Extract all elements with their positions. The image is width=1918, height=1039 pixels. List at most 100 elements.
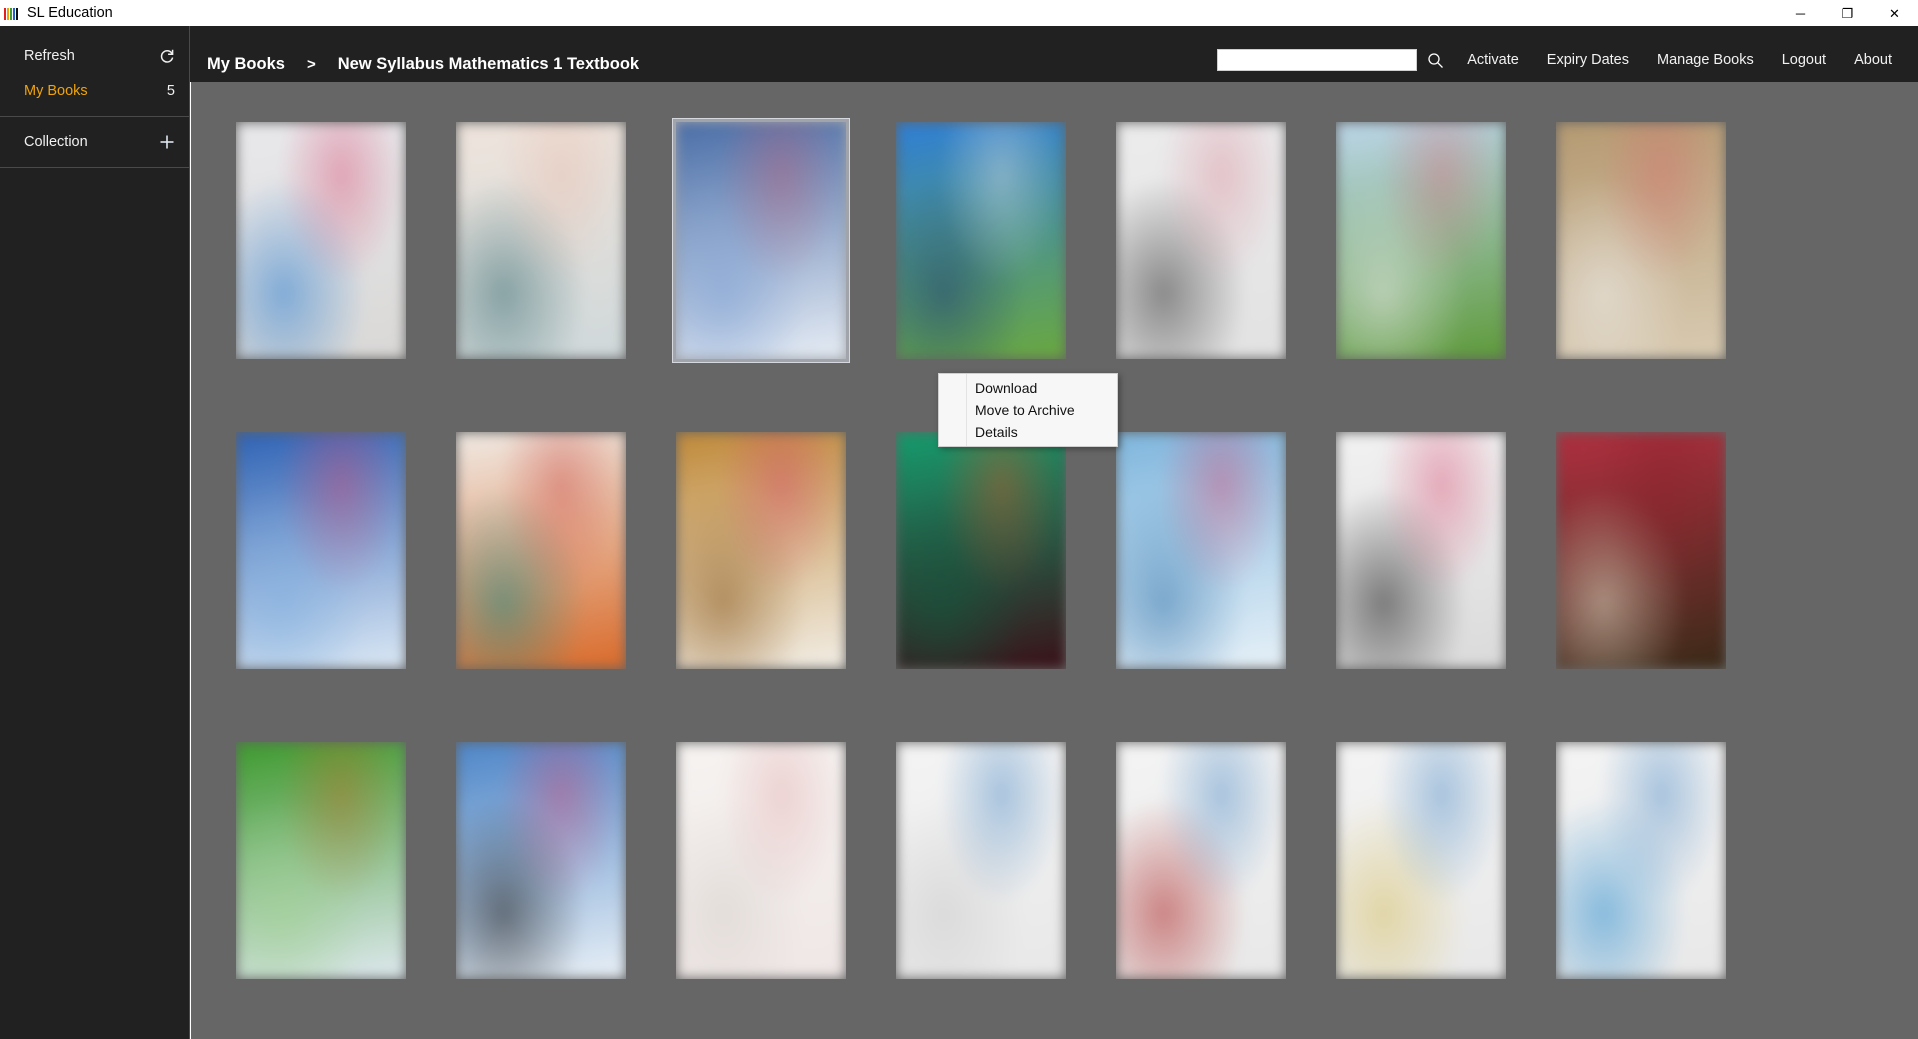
book-cover-item[interactable] — [232, 738, 410, 983]
book-cover-item[interactable] — [452, 738, 630, 983]
book-cover-item[interactable] — [1332, 738, 1510, 983]
context-menu: Download Move to Archive Details — [938, 373, 1118, 447]
cover-19-image — [1116, 742, 1286, 979]
close-button[interactable]: ✕ — [1871, 0, 1918, 26]
sidebar-divider-top — [0, 116, 189, 117]
restore-button[interactable]: ❐ — [1824, 0, 1871, 26]
refresh-icon[interactable] — [157, 48, 175, 64]
sidebar-item-my-books[interactable]: My Books 5 — [0, 76, 189, 106]
book-cover-thumbnail — [1336, 432, 1506, 669]
book-cover-item[interactable] — [672, 738, 850, 983]
cover-13-image — [1336, 432, 1506, 669]
book-cover-selected[interactable] — [672, 118, 850, 363]
book-cover-thumbnail — [896, 742, 1066, 979]
cover-7-image — [1556, 122, 1726, 359]
book-cover-thumbnail — [1336, 742, 1506, 979]
book-cover-item[interactable] — [1112, 738, 1290, 983]
book-cover-thumbnail — [676, 122, 846, 359]
breadcrumb-current-item: New Syllabus Mathematics 1 Textbook — [337, 55, 640, 73]
cover-11-image — [896, 432, 1066, 669]
book-cover-item[interactable] — [1552, 118, 1730, 363]
book-grid-cell[interactable] — [431, 428, 651, 738]
cover-4-image — [896, 122, 1066, 359]
book-grid-cell[interactable] — [651, 428, 871, 738]
book-grid-cell[interactable] — [211, 118, 431, 428]
book-cover-thumbnail — [676, 742, 846, 979]
book-grid-cell[interactable] — [871, 428, 1091, 738]
window-titlebar: SL Education ─ ❐ ✕ — [0, 0, 1918, 26]
breadcrumb-separator-icon: > — [306, 56, 316, 73]
book-grid-cell[interactable] — [1531, 428, 1751, 738]
book-grid-cell[interactable] — [1091, 738, 1311, 1039]
book-cover-item[interactable] — [1552, 428, 1730, 673]
top-nav-right-group: Activate Expiry Dates Manage Books Logou… — [1217, 48, 1906, 72]
context-menu-item-download[interactable]: Download — [939, 377, 1117, 399]
cover-9-image — [456, 432, 626, 669]
cover-6-image — [1336, 122, 1506, 359]
book-cover-item[interactable] — [452, 118, 630, 363]
book-cover-item[interactable] — [1332, 118, 1510, 363]
sidebar-item-collection[interactable]: Collection — [0, 127, 189, 157]
book-cover-thumbnail — [236, 122, 406, 359]
book-cover-item[interactable] — [892, 118, 1070, 363]
breadcrumb-root-link[interactable]: My Books — [207, 55, 285, 74]
book-cover-item[interactable] — [672, 428, 850, 673]
book-cover-item[interactable] — [452, 428, 630, 673]
cover-14-image — [1556, 432, 1726, 669]
book-grid-cell[interactable] — [651, 738, 871, 1039]
book-cover-thumbnail — [1116, 742, 1286, 979]
book-grid-cell[interactable] — [431, 738, 651, 1039]
context-menu-item-details[interactable]: Details — [939, 421, 1117, 443]
book-cover-item[interactable] — [892, 738, 1070, 983]
cover-8-image — [236, 432, 406, 669]
minimize-button[interactable]: ─ — [1777, 0, 1824, 26]
cover-2-image — [456, 122, 626, 359]
book-grid-cell[interactable] — [1091, 428, 1311, 738]
sidebar-my-books-count: 5 — [166, 83, 175, 99]
book-grid-cell[interactable] — [211, 738, 431, 1039]
book-cover-thumbnail — [1556, 742, 1726, 979]
book-grid-cell[interactable] — [1531, 738, 1751, 1039]
book-grid-cell[interactable] — [1311, 738, 1531, 1039]
book-cover-thumbnail — [456, 432, 626, 669]
book-cover-thumbnail — [1116, 122, 1286, 359]
nav-link-expiry-dates[interactable]: Expiry Dates — [1533, 48, 1643, 72]
book-cover-item[interactable] — [1552, 738, 1730, 983]
book-cover-thumbnail — [456, 122, 626, 359]
book-cover-item[interactable] — [1112, 428, 1290, 673]
nav-link-activate[interactable]: Activate — [1453, 48, 1533, 72]
cover-12-image — [1116, 432, 1286, 669]
book-grid-cell[interactable] — [211, 428, 431, 738]
nav-link-logout[interactable]: Logout — [1768, 48, 1840, 72]
sidebar: Refresh My Books 5 Collection — [0, 26, 190, 1039]
context-menu-item-move-to-archive[interactable]: Move to Archive — [939, 399, 1117, 421]
book-cover-thumbnail — [1336, 122, 1506, 359]
book-cover-thumbnail — [896, 432, 1066, 669]
barcode-logo-icon — [4, 6, 20, 20]
book-grid-cell[interactable] — [871, 738, 1091, 1039]
cover-18-image — [896, 742, 1066, 979]
book-grid-cell[interactable] — [1531, 118, 1751, 428]
book-grid-cell[interactable] — [431, 118, 651, 428]
cover-5-image — [1116, 122, 1286, 359]
window-controls: ─ ❐ ✕ — [1777, 0, 1918, 26]
nav-link-about[interactable]: About — [1840, 48, 1906, 72]
book-cover-item[interactable] — [1112, 118, 1290, 363]
sidebar-item-refresh[interactable]: Refresh — [0, 41, 189, 71]
cover-15-image — [236, 742, 406, 979]
cover-1-image — [236, 122, 406, 359]
book-cover-item[interactable] — [232, 118, 410, 363]
book-cover-item[interactable] — [232, 428, 410, 673]
nav-link-manage-books[interactable]: Manage Books — [1643, 48, 1768, 72]
search-input[interactable] — [1217, 49, 1418, 71]
book-grid-cell[interactable] — [1311, 118, 1531, 428]
book-grid-cell[interactable] — [1311, 428, 1531, 738]
content-area: Download Move to Archive Details — [191, 82, 1918, 1039]
book-cover-item[interactable] — [892, 428, 1070, 673]
book-cover-item[interactable] — [1332, 428, 1510, 673]
book-grid-cell[interactable] — [651, 118, 871, 428]
book-cover-thumbnail — [896, 122, 1066, 359]
plus-icon[interactable] — [157, 134, 175, 150]
book-grid-cell[interactable] — [1091, 118, 1311, 428]
search-icon[interactable] — [1417, 48, 1453, 72]
